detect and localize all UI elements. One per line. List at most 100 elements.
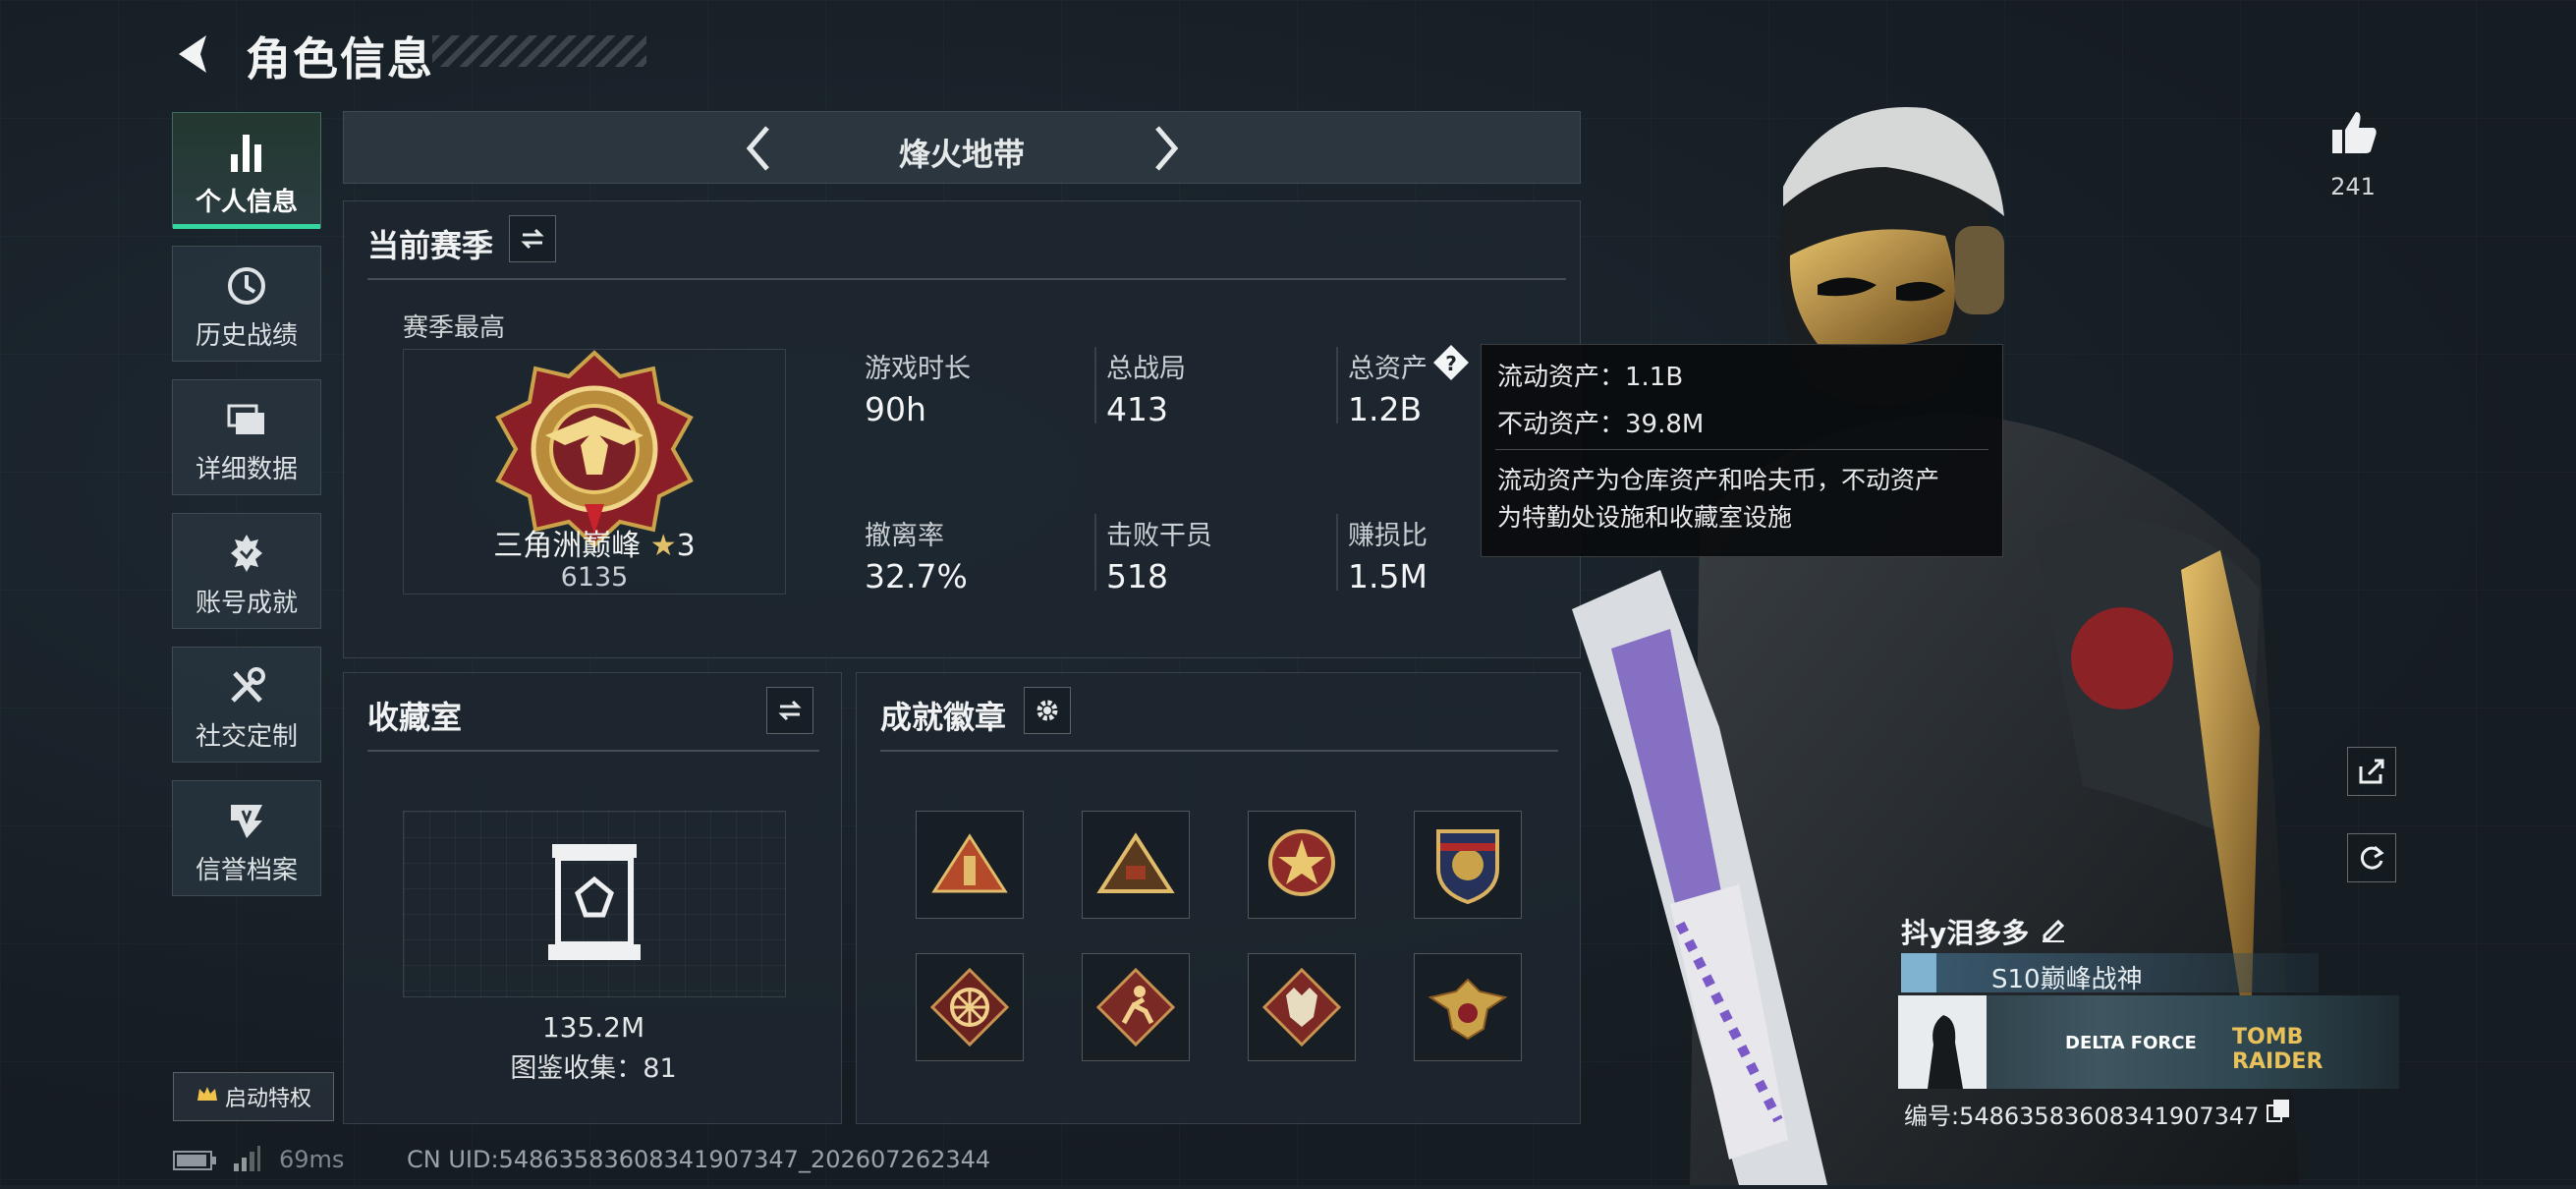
sidebar-item-label: 账号成就 [195,589,298,618]
share-button[interactable] [2347,747,2396,796]
sidebar-item-label: 详细数据 [195,455,298,484]
shield-icon [173,799,320,844]
name-card[interactable]: DELTA FORCE TOMB RAIDER [1898,995,2399,1089]
sidebar-item-social[interactable]: 社交定制 [172,647,321,763]
player-title: S10巅峰战神 [1991,965,2143,994]
back-arrow-icon[interactable] [169,29,218,79]
swap-icon [521,228,544,250]
refresh-icon [2360,845,2384,870]
cards-icon [173,398,320,443]
privilege-label: 启动特权 [224,1087,311,1111]
page-title: 角色信息 [246,32,434,85]
signal-icon [232,1146,261,1177]
divider [1495,449,1988,450]
tools-icon [173,665,320,710]
collection-panel: 收藏室 135.2M 图鉴收集：81 [343,672,842,1124]
share-icon [2359,759,2384,784]
bar-chart-icon [173,131,320,176]
eagle-badge[interactable] [1414,953,1522,1061]
season-panel: 当前赛季 赛季最高 三角洲巅峰 ★3 6135 游戏时长 90h 总战局 413… [343,200,1581,658]
sidebar-item-history[interactable]: 历史战绩 [172,246,321,362]
refresh-button[interactable] [2347,833,2396,882]
achievements-panel: 成就徽章 [856,672,1581,1124]
title-decoration [432,35,646,67]
swap-icon [778,700,802,721]
sidebar-item-label: 信誉档案 [195,856,298,885]
sidebar-item-label: 社交定制 [195,722,298,752]
svg-text:?: ? [1445,352,1457,375]
wolf-badge[interactable] [1248,953,1356,1061]
battery-icon [173,1150,218,1175]
achievement-settings-button[interactable] [1024,687,1071,734]
display-case-icon [540,838,648,970]
stat-label: 游戏时长 [865,354,971,384]
rank-name-row: 三角洲巅峰 ★3 [403,521,786,564]
season-best-label: 赛季最高 [403,313,506,343]
sidebar-item-profile[interactable]: 个人信息 [172,112,321,229]
divider [367,278,1566,280]
clock-icon [173,264,320,310]
switch-season-button[interactable] [509,215,556,262]
stat-label: 撤离率 [865,521,944,551]
rank-name: 三角洲巅峰 [493,529,642,563]
stat-value: 413 [1106,390,1168,428]
help-icon[interactable]: ? [1431,343,1471,382]
stat-label: 总资产 [1348,354,1428,384]
divider [1336,514,1338,591]
privilege-button[interactable]: 启动特权 [173,1072,334,1121]
edit-icon[interactable] [2039,914,2068,947]
stat-value: 90h [865,390,926,428]
divider [880,750,1558,752]
mode-title: 烽火地带 [898,136,1025,173]
stat-label: 赚损比 [1348,521,1428,551]
sidebar-item-details[interactable]: 详细数据 [172,379,321,495]
sidebar-item-label: 历史战绩 [195,321,298,351]
player-id: 编号:548635836083419073​47 [1904,1103,2260,1130]
asset-tooltip: 流动资产：1.1B 不动资产：39.8M 流动资产为仓库资产和哈夫币，不动资产 … [1481,344,2003,557]
card-avatar [1898,995,1987,1089]
stat-value: 1.2B [1348,390,1423,428]
fixed-assets: 不动资产：39.8M [1497,410,1705,439]
sidebar-item-achievements[interactable]: 账号成就 [172,513,321,629]
divider [1094,347,1096,424]
stat-label: 击败干员 [1106,521,1212,551]
shield-badge[interactable] [1414,811,1522,919]
runner-badge[interactable] [1082,953,1190,1061]
liquid-assets: 流动资产：1.1B [1497,363,1684,392]
divider [1336,347,1338,424]
sidebar-item-credit[interactable]: 信誉档案 [172,780,321,896]
tooltip-desc-2: 为特勤处设施和收藏室设施 [1497,503,1793,532]
collection-value: 135.2M [541,1011,645,1044]
medal-icon [173,532,320,577]
star-emblem-badge[interactable] [1248,811,1356,919]
uid-text: CN UID:548635836083419073​47_20260726234… [407,1146,991,1173]
divider [1094,514,1096,591]
card-brand-2: TOMB RAIDER [2232,1025,2324,1074]
crown-icon [196,1084,219,1109]
stat-value: 32.7% [865,557,968,595]
wheel-badge[interactable] [916,953,1024,1061]
divider [367,750,819,752]
card-brand-1: DELTA FORCE [2065,1033,2197,1053]
rank-stars: 3 [676,529,696,563]
gear-icon [1036,700,1058,721]
triangle-badge[interactable] [916,811,1024,919]
stat-value: 518 [1106,557,1168,595]
tooltip-desc-1: 流动资产为仓库资产和哈夫币，不动资产 [1497,466,1940,494]
copy-icon[interactable] [2266,1098,2291,1127]
season-title: 当前赛季 [367,227,494,264]
mode-selector: 烽火地带 [343,111,1581,184]
title-banner-icon [1901,953,1936,992]
rank-score: 6135 [560,562,629,593]
switch-collection-button[interactable] [766,687,813,734]
collection-count: 图鉴收集：81 [510,1053,677,1084]
stat-value: 1.5M [1348,557,1428,595]
ping-text: 69ms [279,1146,345,1173]
thumbs-up-icon[interactable] [2330,108,2380,161]
star-icon: ★ [649,529,677,563]
title-banner: S10巅峰战神 [1901,953,2319,994]
collection-title: 收藏室 [367,699,463,736]
chevron-right-icon[interactable] [1149,124,1183,177]
pyramid-badge[interactable] [1082,811,1190,919]
stat-label: 总战局 [1106,354,1186,384]
